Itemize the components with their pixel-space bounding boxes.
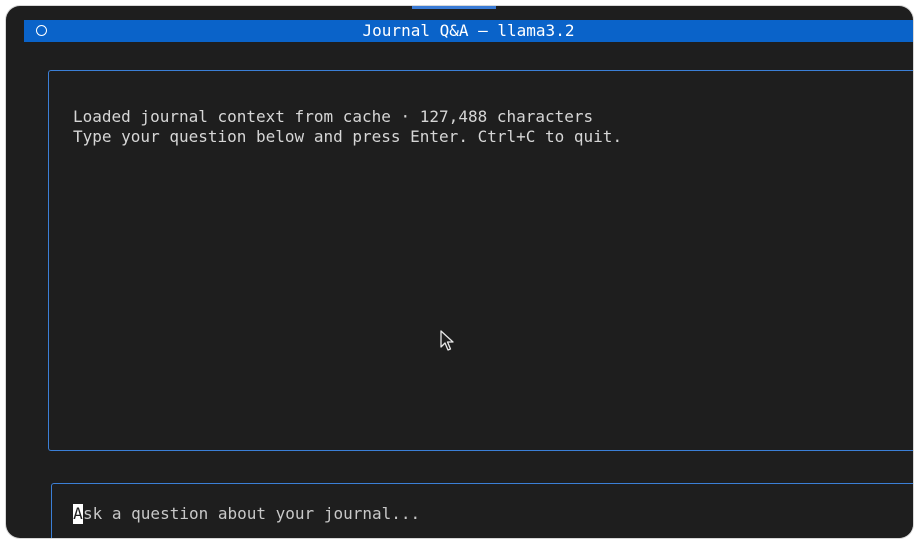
input-placeholder: sk a question about your journal...	[83, 504, 421, 523]
log-line-instructions: Type your question below and press Enter…	[73, 127, 623, 146]
question-input[interactable]: A sk a question about your journal...	[51, 483, 913, 538]
top-accent-bar	[412, 6, 496, 9]
title-bar: Journal Q&A — llama3.2	[24, 20, 913, 42]
terminal-window: Journal Q&A — llama3.2 Loaded journal co…	[6, 6, 913, 538]
mouse-pointer-icon	[440, 330, 454, 351]
window-title: Journal Q&A — llama3.2	[362, 21, 575, 40]
chat-log-pane[interactable]: Loaded journal context from cache · 127,…	[48, 70, 913, 451]
log-line-context-loaded: Loaded journal context from cache · 127,…	[73, 107, 594, 126]
text-cursor: A	[73, 504, 83, 524]
